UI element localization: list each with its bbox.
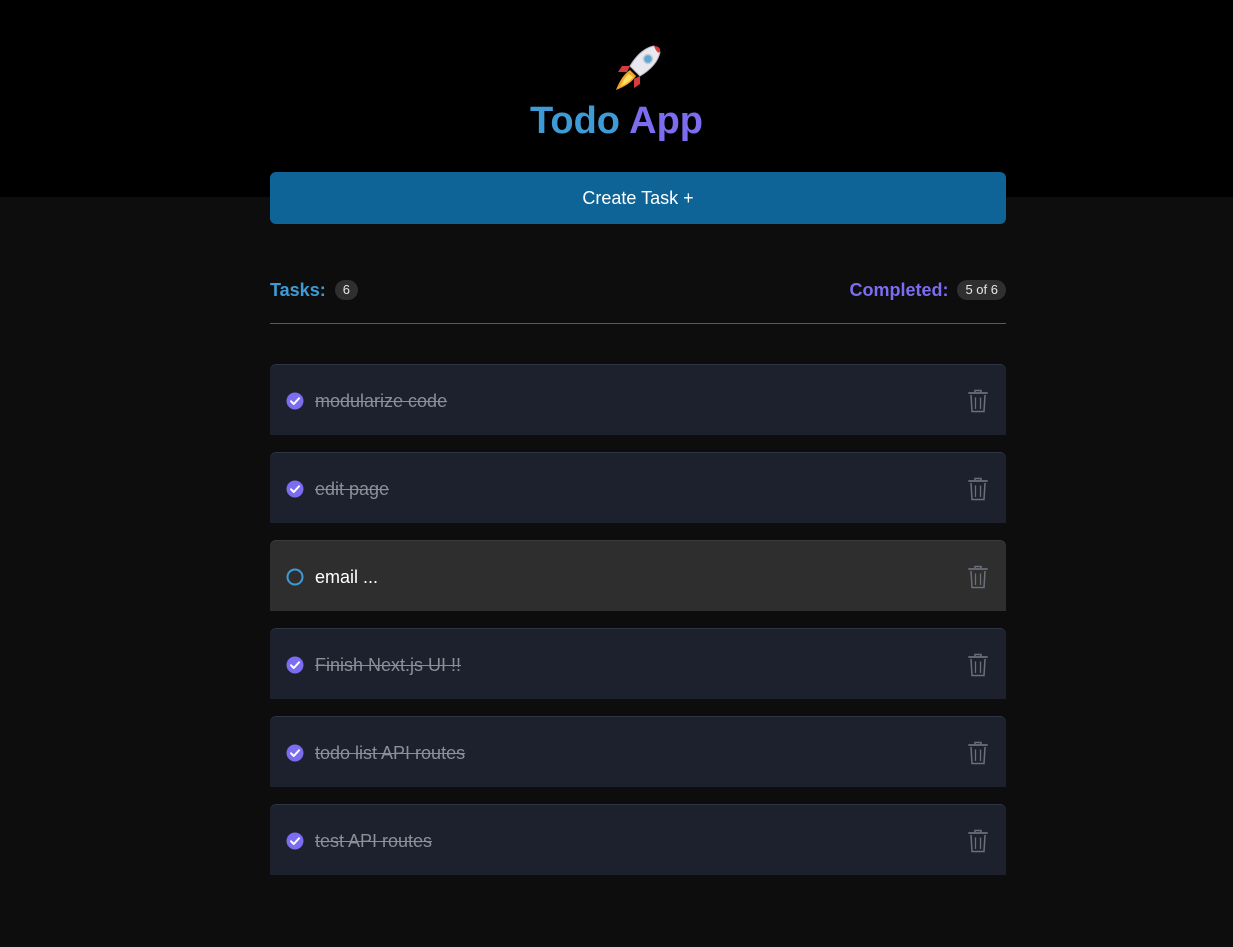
create-task-button[interactable]: Create Task + [270,172,1006,224]
task-stats: Tasks: 6 Completed: 5 of 6 [270,279,1006,301]
task-text: test API routes [315,831,433,851]
task-item[interactable]: email ... [270,540,1006,611]
task-text: todo list API routes [315,743,466,763]
task-text: email ... [315,567,379,587]
trash-icon[interactable] [968,389,988,413]
check-circle-icon[interactable] [286,832,304,850]
page-title: Todo App [0,98,1233,144]
header: Todo App [0,0,1233,197]
trash-icon[interactable] [968,565,988,589]
task-item[interactable]: todo list API routes [270,716,1006,787]
completed-label: Completed: [849,279,949,300]
task-item[interactable]: test API routes [270,804,1006,875]
task-text: modularize code [315,391,448,411]
rocket-icon [616,45,661,90]
title-part-app: App [629,100,704,142]
trash-icon[interactable] [968,741,988,765]
check-circle-icon[interactable] [286,656,304,674]
tasks-label: Tasks: [270,279,326,300]
tasks-count-stat: Tasks: 6 [270,279,358,301]
trash-icon[interactable] [968,829,988,853]
completed-badge: 5 of 6 [957,280,1006,300]
check-circle-icon[interactable] [286,392,304,410]
completed-stat: Completed: 5 of 6 [849,279,1006,301]
task-item[interactable]: modularize code [270,364,1006,435]
empty-circle-icon[interactable] [286,568,304,586]
check-circle-icon[interactable] [286,744,304,762]
trash-icon[interactable] [968,477,988,501]
title-part-todo: Todo [529,100,620,142]
task-item[interactable]: edit page [270,452,1006,523]
check-circle-icon[interactable] [286,480,304,498]
task-text: edit page [315,479,390,499]
tasks-count-badge: 6 [334,280,358,300]
task-item[interactable]: Finish Next.js UI !! [270,628,1006,699]
trash-icon[interactable] [968,653,988,677]
divider [270,323,1006,324]
task-text: Finish Next.js UI !! [315,655,462,675]
